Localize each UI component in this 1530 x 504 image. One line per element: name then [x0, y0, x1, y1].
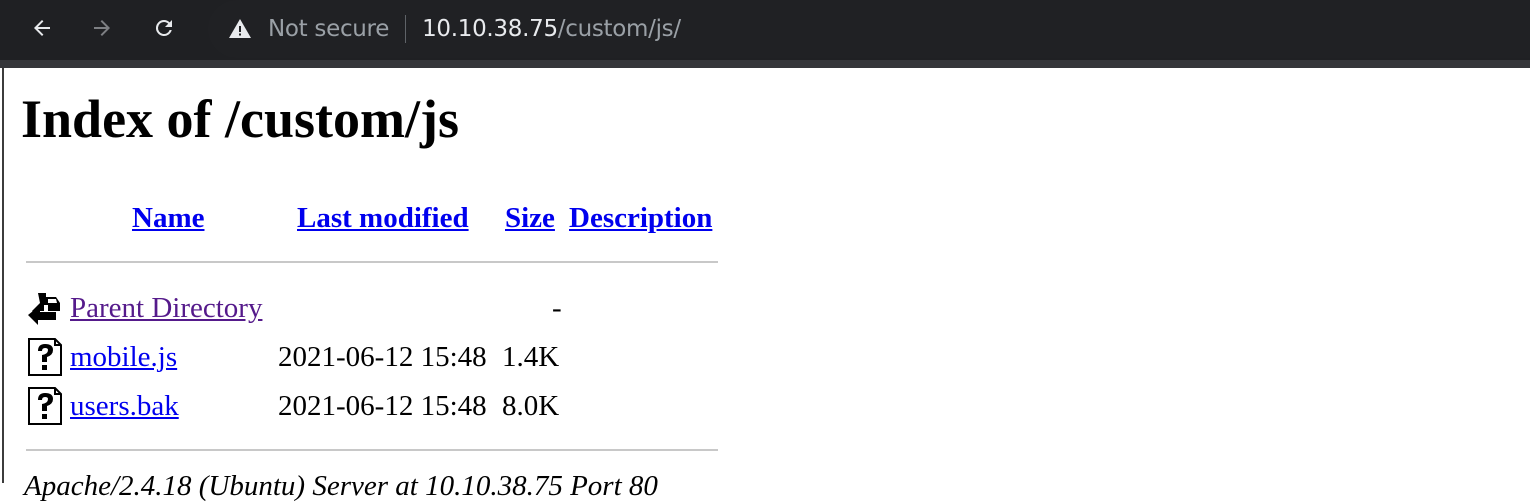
toolbar-divider [0, 60, 1530, 68]
arrow-left-icon [34, 20, 50, 36]
sort-by-size-link[interactable]: Size [505, 202, 555, 234]
arrow-right-icon [94, 20, 110, 36]
url-path[interactable]: /custom/js/ [558, 16, 681, 42]
page-content: Index of /custom/js Name Last modified S… [2, 68, 1530, 502]
sort-by-description-link[interactable]: Description [569, 202, 712, 234]
column-header-last-modified[interactable]: Last modified [297, 198, 469, 238]
unknown-file-icon [26, 387, 64, 425]
list-item[interactable]: Parent Directory [70, 290, 262, 326]
warning-icon[interactable] [228, 17, 252, 41]
row-size: - [552, 292, 562, 324]
reload-button[interactable] [142, 8, 186, 48]
security-status-label[interactable]: Not secure [268, 16, 389, 42]
url-host[interactable]: 10.10.38.75 [422, 16, 558, 42]
browser-toolbar: Not secure 10.10.38.75/custom/js/ [0, 0, 1530, 60]
column-header-size[interactable]: Size [505, 198, 555, 238]
list-item[interactable]: users.bak [70, 388, 179, 424]
sort-by-name-link[interactable]: Name [132, 202, 204, 234]
omnibox-separator [405, 15, 407, 43]
server-signature: Apache/2.4.18 (Ubuntu) Server at 10.10.3… [24, 470, 658, 502]
row-last-modified: 2021-06-12 15:48 [278, 341, 487, 373]
sort-by-last-modified-link[interactable]: Last modified [297, 202, 469, 234]
page-title: Index of /custom/js [21, 89, 460, 149]
column-header-name[interactable]: Name [132, 198, 204, 238]
column-header-description[interactable]: Description [569, 198, 712, 238]
reload-icon [155, 19, 172, 36]
back-button[interactable] [20, 8, 64, 48]
file-link-users-bak[interactable]: users.bak [70, 390, 179, 422]
forward-button[interactable] [80, 8, 124, 48]
footer-divider [26, 449, 718, 451]
header-divider [26, 261, 718, 263]
row-size: 8.0K [502, 390, 560, 422]
file-link-mobile-js[interactable]: mobile.js [70, 341, 177, 373]
list-item[interactable]: mobile.js [70, 339, 177, 375]
row-last-modified: 2021-06-12 15:48 [278, 390, 487, 422]
back-icon [26, 289, 64, 327]
row-size: 1.4K [502, 341, 560, 373]
unknown-file-icon [26, 338, 64, 376]
parent-directory-link[interactable]: Parent Directory [70, 292, 262, 324]
address-bar[interactable]: Not secure 10.10.38.75/custom/js/ [208, 0, 1530, 58]
